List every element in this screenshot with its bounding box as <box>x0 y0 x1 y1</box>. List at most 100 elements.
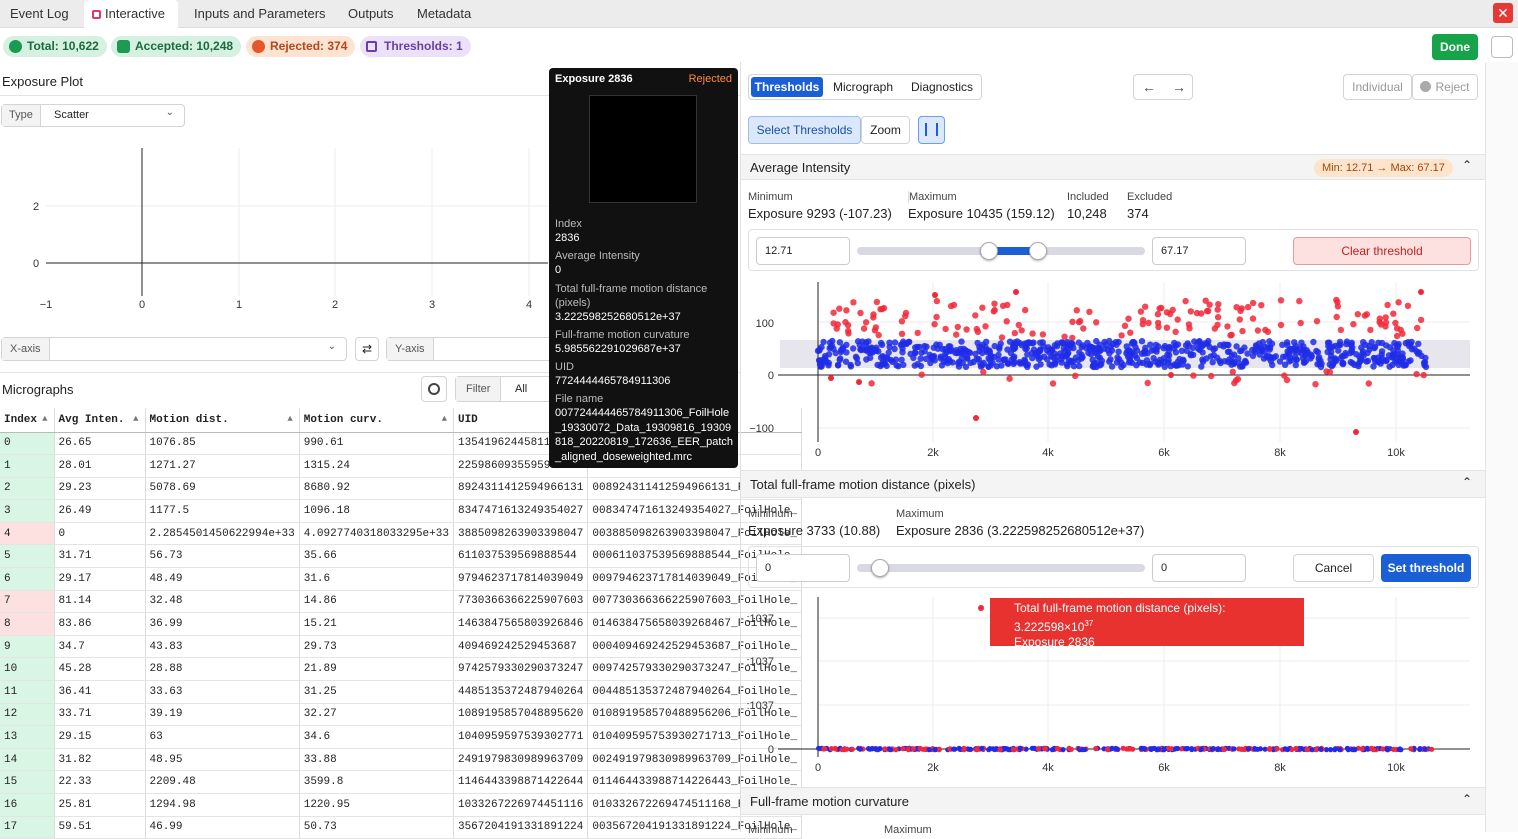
col-motion-curv[interactable]: Motion curv. ▲ <box>299 408 454 433</box>
table-row[interactable]: 2 29.23 5078.69 8680.92 8924311412594966131 0… <box>0 477 803 501</box>
select-thresholds-button[interactable]: Select Thresholds <box>748 116 861 144</box>
data-point <box>1408 746 1414 752</box>
micrographs-title: Micrographs <box>2 382 74 397</box>
zoom-button[interactable]: Zoom <box>861 116 910 144</box>
reject-button[interactable]: Reject <box>1412 74 1478 100</box>
y-tick: 100 <box>756 318 774 330</box>
view-tab-micrograph[interactable]: Micrograph <box>833 80 893 94</box>
avg-intensity-header[interactable]: Average Intensity Min: 12.71 → Max: 67.1… <box>741 154 1485 180</box>
data-point <box>1326 368 1334 376</box>
set-threshold-button[interactable]: Set threshold <box>1381 554 1471 582</box>
motion-slider-track[interactable] <box>857 564 1145 572</box>
table-row[interactable]: 15 22.33 2209.48 3599.8 1146443398871422644 0… <box>0 770 803 794</box>
col-motion-dist[interactable]: Motion dist. ▲ <box>145 408 300 433</box>
data-point <box>1150 355 1157 362</box>
arrow-right-icon: → <box>1172 79 1186 95</box>
filter-select[interactable]: Filter All <box>455 376 555 402</box>
right-edge-scrollbar[interactable] <box>1485 62 1518 832</box>
data-point <box>1333 313 1340 321</box>
motion-min-input[interactable]: 0 <box>756 554 850 582</box>
table-row[interactable]: 10 45.28 28.88 21.89 9742579330290373247 0097… <box>0 657 803 682</box>
view-tab-diagnostics[interactable]: Diagnostics <box>911 80 973 94</box>
motion-dist-header[interactable]: Total full-frame motion distance (pixels… <box>741 470 1485 498</box>
data-point <box>1414 324 1421 332</box>
data-point <box>837 348 845 356</box>
tab-inputs-parameters[interactable]: Inputs and Parameters <box>194 0 326 28</box>
data-point <box>1358 356 1365 364</box>
avg-slider-high-handle[interactable] <box>1029 242 1047 260</box>
locate-button[interactable] <box>421 376 447 402</box>
avg-slider-low-handle[interactable] <box>980 242 998 260</box>
data-point <box>1382 319 1390 326</box>
data-point <box>1225 358 1232 366</box>
data-point <box>1172 362 1180 369</box>
prev-button[interactable]: ← → <box>1133 74 1193 100</box>
data-point <box>853 355 861 362</box>
cell-index: 13 <box>0 725 55 749</box>
data-point <box>837 355 844 362</box>
table-row[interactable]: 5 31.71 56.73 35.66 611037539569888544 000611… <box>0 544 803 569</box>
data-point <box>1418 289 1424 295</box>
sidebar-toggle-icon[interactable] <box>1491 36 1513 58</box>
tab-interactive[interactable]: Interactive <box>84 0 178 28</box>
data-point <box>1144 379 1151 387</box>
data-point <box>1214 314 1222 321</box>
data-point <box>898 330 906 337</box>
y-tick: :1037 <box>746 613 774 625</box>
table-row[interactable]: 9 34.7 43.83 29.73 409469242529453687 0004094… <box>0 635 803 659</box>
close-icon[interactable]: ✕ <box>1493 3 1513 23</box>
avg-min-label: Minimum <box>748 191 793 203</box>
tab-outputs[interactable]: Outputs <box>348 0 394 28</box>
data-point <box>1375 339 1382 346</box>
data-point <box>954 323 961 331</box>
table-row[interactable]: 4 0 2.2854501450622994e+33 4.09277403180332… <box>0 522 803 546</box>
motion-max-input[interactable]: 0 <box>1152 554 1246 582</box>
data-point <box>1039 331 1047 338</box>
tab-metadata[interactable]: Metadata <box>417 0 471 28</box>
data-point <box>1044 356 1051 363</box>
table-row[interactable]: 11 36.41 33.63 31.25 4485135372487940264 0044… <box>0 680 803 704</box>
cell-index: 9 <box>0 635 55 659</box>
cell-motion-dist: 39.19 <box>145 703 300 727</box>
table-row[interactable]: 17 59.51 46.99 50.73 3567204191331891224 0035… <box>0 816 803 839</box>
data-point <box>918 371 925 378</box>
xaxis-select[interactable]: X-axis ⌄ <box>1 337 347 361</box>
threshold-settings-button[interactable] <box>918 116 945 144</box>
view-tab-thresholds[interactable]: Thresholds <box>751 77 823 97</box>
table-row[interactable]: 12 33.71 39.19 32.27 1089195857048895620 0108… <box>0 703 803 727</box>
data-point <box>854 338 862 345</box>
motion-curv-header[interactable]: Full-frame motion curvature ⌃ <box>741 787 1485 815</box>
col-avg-inten[interactable]: Avg Inten. ▲ <box>54 408 146 433</box>
motion-slider-handle[interactable] <box>871 559 889 577</box>
minus-circle-icon <box>1420 81 1432 92</box>
cell-uid: 1040959597539302771 <box>453 725 589 749</box>
avg-min-input[interactable]: 12.71 <box>756 237 850 265</box>
table-row[interactable]: 7 81.14 32.48 14.86 7730366366225907603 00773… <box>0 590 803 614</box>
table-row[interactable]: 6 29.17 48.49 31.6 9794623717814039049 009794… <box>0 567 803 591</box>
data-point <box>1221 746 1227 752</box>
individual-button[interactable]: Individual <box>1343 74 1412 100</box>
tab-event-log[interactable]: Event Log <box>10 0 69 28</box>
type-select[interactable]: Type Scatter ⌄ <box>1 104 185 127</box>
yaxis-select[interactable]: Y-axis <box>386 337 556 361</box>
cancel-button[interactable]: Cancel <box>1293 554 1374 582</box>
cell-avg-inten: 29.23 <box>54 477 146 501</box>
avg-max-input[interactable]: 67.17 <box>1152 237 1246 265</box>
exposure-plot-canvas[interactable]: 2 0 −1 0 1 2 3 4 <box>0 136 548 316</box>
cell-motion-curv: 1096.18 <box>299 499 454 523</box>
table-row[interactable]: 3 26.49 1177.5 1096.18 8347471613249354027 00… <box>0 499 803 523</box>
table-row[interactable]: 14 31.82 48.95 33.88 2491979830989963709 0024… <box>0 748 803 772</box>
table-row[interactable]: 13 29.15 63 34.6 1040959597539302771 01040959… <box>0 725 803 749</box>
done-button[interactable]: Done <box>1432 34 1478 60</box>
avg-intensity-plot[interactable]: 100 0 −100 0 2k 4k 6k 8k 10k <box>741 280 1485 466</box>
table-row[interactable]: 8 83.86 36.99 15.21 1463847565803926846 01463… <box>0 612 803 636</box>
cell-avg-inten: 26.49 <box>54 499 146 523</box>
clear-threshold-button[interactable]: Clear threshold <box>1293 237 1471 265</box>
data-point <box>1138 338 1146 345</box>
col-index[interactable]: Index ▲ <box>0 408 55 433</box>
data-point <box>862 341 870 348</box>
swap-axes-button[interactable]: ⇄ <box>355 337 379 361</box>
cell-avg-inten: 81.14 <box>54 590 146 614</box>
table-row[interactable]: 16 25.81 1294.98 1220.95 1033267226974451116… <box>0 793 803 817</box>
cell-motion-curv: 15.21 <box>299 612 454 636</box>
